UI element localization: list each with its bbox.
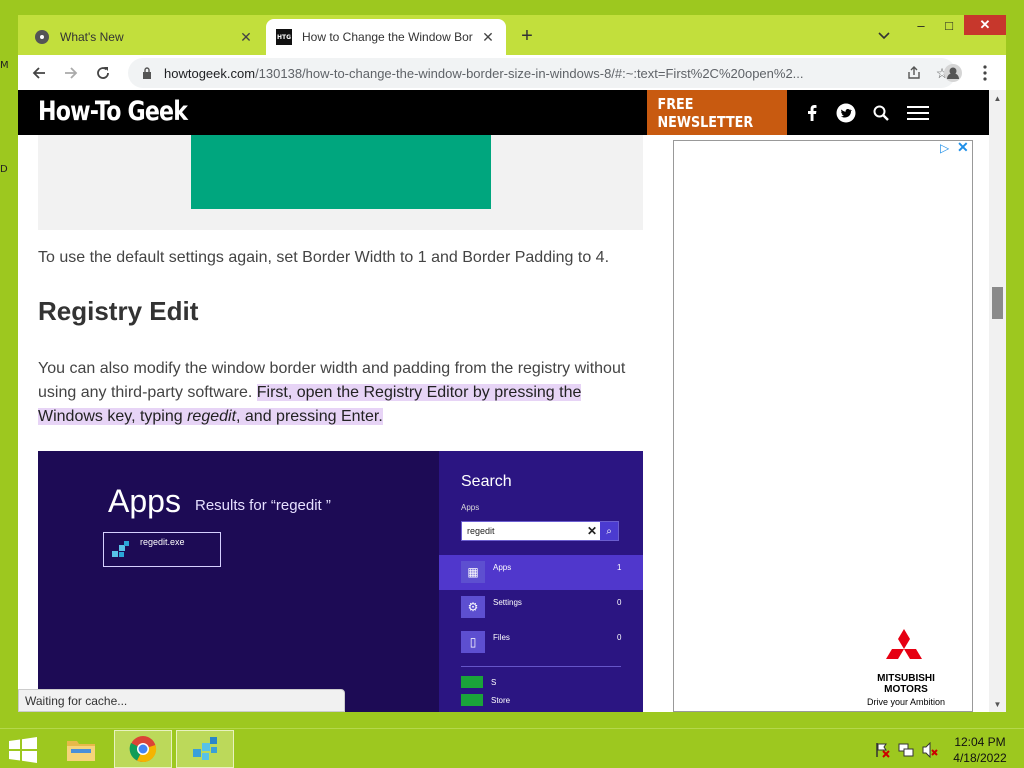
twitter-icon[interactable]	[835, 102, 857, 124]
network-icon[interactable]	[898, 742, 914, 758]
start-button[interactable]	[8, 737, 38, 763]
profile-icon[interactable]	[940, 60, 966, 86]
screenshot-apps-title: Apps	[108, 483, 181, 519]
minimize-button[interactable]: –	[908, 15, 934, 35]
screenshot-row-apps: ▦ Apps 1	[439, 555, 643, 590]
close-window-button[interactable]: ✕	[964, 15, 1006, 35]
site-header: How-To Geek FREE NEWSLETTER	[18, 90, 989, 135]
search-go-icon: ⌕	[600, 522, 618, 540]
gear-icon: ⚙	[461, 596, 485, 618]
tab-strip: What's New ✕ HTG How to Change the Windo…	[18, 15, 1006, 55]
ad-slogan: Drive your Ambition	[866, 697, 946, 707]
section-heading: Registry Edit	[38, 296, 199, 326]
action-center-flag-icon[interactable]	[874, 742, 890, 758]
site-logo[interactable]: How-To Geek	[38, 96, 188, 127]
vertical-scrollbar[interactable]: ▲ ▼	[989, 90, 1006, 712]
regedit-search-screenshot: Apps Results for “regedit ” regedit.exe …	[38, 451, 643, 712]
screenshot-row-files: ▯ Files 0	[439, 625, 643, 660]
screenshot-results-label: Results for “regedit ”	[195, 497, 331, 514]
screenshot-row-s: S	[439, 673, 643, 691]
tab-title: How to Change the Window Bor	[302, 30, 473, 44]
screenshot-apps-label: Apps	[461, 503, 480, 512]
screenshot-search-pane: Search Apps regedit ✕ ⌕ ▦ Apps 1 ⚙ Setti…	[439, 451, 643, 712]
close-tab-icon[interactable]: ✕	[480, 29, 496, 45]
divider	[461, 666, 621, 667]
ad-brand: MITSUBISHI MOTORS	[877, 673, 935, 695]
file-explorer-taskbar-button[interactable]	[52, 730, 110, 768]
regedit-icon	[112, 540, 129, 557]
chrome-taskbar-button[interactable]	[114, 730, 172, 768]
system-clock[interactable]: 12:04 PM 4/18/2022	[940, 734, 1020, 766]
htg-favicon-icon: HTG	[276, 29, 292, 45]
keyboard-icon: ▦	[461, 561, 485, 583]
advertisement[interactable]: ▷ ✕ MITSUBISHI MOTORS Drive your Ambitio…	[673, 139, 973, 712]
back-icon[interactable]	[26, 60, 52, 86]
tab-title: What's New	[60, 30, 124, 44]
screenshot-result-item: regedit.exe	[103, 532, 221, 567]
regedit-icon	[193, 737, 217, 760]
page-viewport: How-To Geek FREE NEWSLETTER To use the d…	[18, 90, 1006, 712]
hamburger-menu-icon[interactable]	[906, 102, 930, 124]
scroll-up-icon[interactable]: ▲	[989, 92, 1006, 104]
lock-icon[interactable]	[140, 67, 154, 79]
folder-icon	[67, 741, 95, 761]
article-paragraph: To use the default settings again, set B…	[38, 249, 610, 266]
browser-window: What's New ✕ HTG How to Change the Windo…	[18, 15, 1006, 712]
screenshot-row-store: Store	[439, 691, 643, 709]
adchoices-icon[interactable]: ▷	[940, 141, 949, 155]
url-text: howtogeek.com/130138/how-to-change-the-w…	[164, 65, 804, 81]
facebook-icon[interactable]	[801, 102, 823, 124]
share-icon[interactable]	[900, 60, 928, 86]
forward-icon[interactable]	[58, 60, 84, 86]
desktop-icon-label: M	[0, 60, 9, 71]
new-tab-button[interactable]: +	[516, 25, 538, 47]
desktop-icon-label: D	[0, 164, 8, 175]
store-icon	[461, 676, 483, 688]
screenshot-search-field: regedit ✕ ⌕	[461, 521, 619, 541]
tab-search-icon[interactable]	[874, 27, 894, 45]
close-ad-icon[interactable]: ✕	[957, 139, 969, 156]
maximize-button[interactable]: □	[936, 15, 962, 35]
volume-muted-icon[interactable]	[922, 742, 938, 758]
chrome-icon	[129, 736, 157, 763]
screenshot-row-settings: ⚙ Settings 0	[439, 590, 643, 625]
tab-whats-new[interactable]: What's New ✕	[24, 19, 264, 55]
figure-image	[191, 135, 491, 209]
article-figure	[38, 135, 643, 230]
scrollbar-thumb[interactable]	[992, 287, 1003, 319]
tab-how-to-change[interactable]: HTG How to Change the Window Bor ✕	[266, 19, 506, 55]
address-bar[interactable]: howtogeek.com/130138/how-to-change-the-w…	[128, 58, 956, 88]
regedit-taskbar-button[interactable]	[176, 730, 234, 768]
article-paragraph: You can also modify the window border wi…	[38, 357, 643, 429]
clear-icon: ✕	[586, 524, 598, 538]
screenshot-search-title: Search	[461, 473, 512, 490]
chrome-icon	[34, 29, 50, 45]
clock-date: 4/18/2022	[953, 751, 1007, 765]
close-tab-icon[interactable]: ✕	[238, 29, 254, 45]
newsletter-button[interactable]: FREE NEWSLETTER	[647, 90, 787, 135]
file-icon: ▯	[461, 631, 485, 653]
status-bubble: Waiting for cache...	[18, 689, 345, 712]
browser-toolbar: howtogeek.com/130138/how-to-change-the-w…	[18, 55, 1006, 90]
menu-kebab-icon[interactable]	[972, 60, 998, 86]
scroll-down-icon[interactable]: ▼	[989, 698, 1006, 710]
mitsubishi-logo	[886, 629, 922, 659]
search-icon[interactable]	[870, 102, 892, 124]
clock-time: 12:04 PM	[954, 735, 1006, 749]
taskbar: 12:04 PM 4/18/2022	[0, 728, 1024, 768]
store-icon	[461, 694, 483, 706]
article-body: To use the default settings again, set B…	[18, 135, 658, 712]
reload-icon[interactable]	[90, 60, 116, 86]
